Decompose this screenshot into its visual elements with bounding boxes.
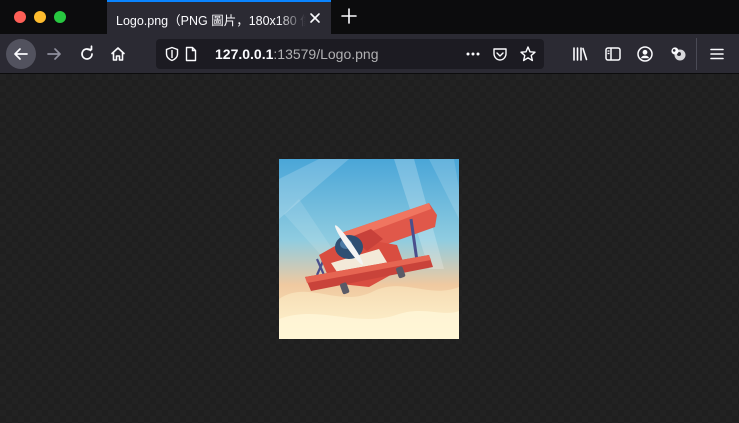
reload-icon: [81, 45, 93, 60]
window-maximize-button[interactable]: [54, 11, 66, 23]
plus-icon: [341, 8, 357, 24]
url-bar[interactable]: 127.0.0.1:13579/Logo.png: [156, 39, 544, 69]
url-text[interactable]: 127.0.0.1:13579/Logo.png: [215, 46, 379, 62]
arrow-left-icon: [14, 48, 28, 60]
arrow-right-icon: [47, 48, 61, 60]
page-icon[interactable]: [183, 46, 199, 62]
account-button[interactable]: [631, 40, 659, 68]
star-icon[interactable]: [519, 45, 537, 63]
toolbar-divider: [696, 38, 697, 70]
more-icon[interactable]: [465, 46, 481, 62]
biplane-logo-image[interactable]: [279, 159, 459, 339]
menu-button[interactable]: [703, 40, 731, 68]
extension-button[interactable]: [664, 40, 692, 68]
window-minimize-button[interactable]: [34, 11, 46, 23]
home-button[interactable]: [104, 40, 132, 68]
library-button[interactable]: [566, 40, 594, 68]
extension-icon: [671, 47, 686, 61]
close-icon[interactable]: [305, 8, 325, 28]
home-icon: [111, 47, 125, 61]
menu-icon: [710, 48, 724, 60]
forward-button[interactable]: [40, 40, 68, 68]
sidebar-icon: [605, 47, 621, 61]
library-icon: [573, 47, 588, 61]
image-viewer: [0, 74, 739, 423]
tab-logo-png[interactable]: Logo.png（PNG 圖片，180x180 像素）: [107, 0, 331, 34]
back-button[interactable]: [6, 39, 36, 69]
tab-title: Logo.png（PNG 圖片，180x180 像素）: [116, 14, 306, 28]
shield-icon[interactable]: [164, 46, 180, 62]
url-path: :13579/Logo.png: [273, 46, 379, 62]
url-host: 127.0.0.1: [215, 46, 274, 62]
account-icon: [637, 46, 653, 62]
sidebar-button[interactable]: [599, 40, 627, 68]
pocket-icon[interactable]: [492, 46, 508, 62]
window-close-button[interactable]: [14, 11, 26, 23]
tab-strip: Logo.png（PNG 圖片，180x180 像素）: [0, 0, 739, 34]
new-tab-button[interactable]: [337, 4, 361, 28]
navigation-toolbar: 127.0.0.1:13579/Logo.png: [0, 34, 739, 74]
reload-button[interactable]: [73, 40, 101, 68]
